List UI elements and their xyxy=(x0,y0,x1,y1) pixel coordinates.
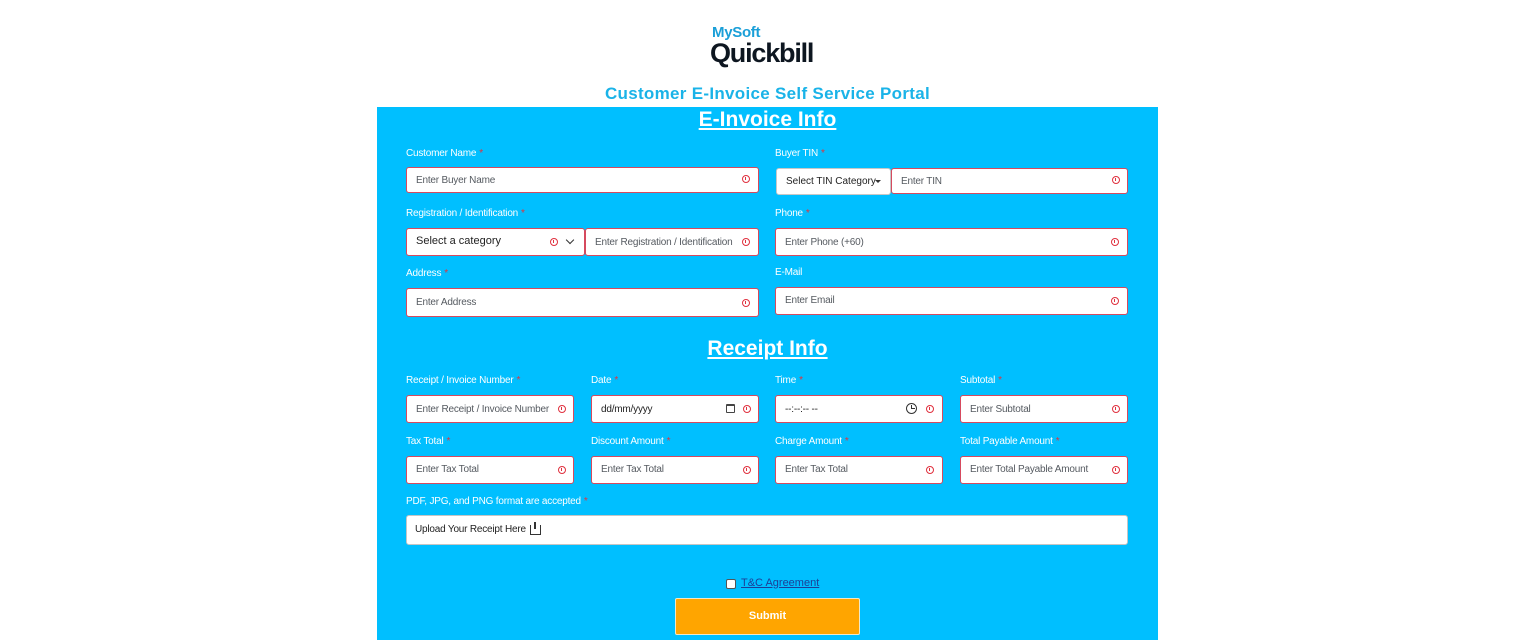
registration-category-select[interactable]: Select a category xyxy=(406,228,585,256)
error-icon xyxy=(1112,176,1120,184)
charge-amount-label: Charge Amount * xyxy=(775,436,849,447)
error-icon xyxy=(558,466,566,474)
header: MySoft Quickbill Customer E-Invoice Self… xyxy=(377,0,1158,107)
registration-input[interactable]: Enter Registration / Identification xyxy=(585,228,759,256)
total-payable-label: Total Payable Amount * xyxy=(960,436,1060,447)
address-input[interactable]: Enter Address xyxy=(406,288,759,317)
charge-amount-placeholder: Enter Tax Total xyxy=(785,464,848,475)
discount-amount-label: Discount Amount * xyxy=(591,436,671,447)
discount-amount-placeholder: Enter Tax Total xyxy=(601,464,664,475)
phone-input[interactable]: Enter Phone (+60) xyxy=(775,228,1128,256)
registration-category-value: Select a category xyxy=(416,235,501,247)
invoice-number-input[interactable]: Enter Receipt / Invoice Number xyxy=(406,395,574,423)
time-input[interactable]: --:--:-- -- xyxy=(775,395,943,423)
tin-category-value: Select TIN Category xyxy=(786,176,876,187)
date-placeholder: dd/mm/yyyy xyxy=(601,404,653,415)
logo-quickbill-text: Quickbill xyxy=(710,38,814,68)
error-icon xyxy=(926,466,934,474)
customer-name-input[interactable]: Enter Buyer Name xyxy=(406,167,759,193)
error-icon xyxy=(743,466,751,474)
invoice-number-label: Receipt / Invoice Number * xyxy=(406,375,521,386)
error-icon xyxy=(743,405,751,413)
invoice-number-placeholder: Enter Receipt / Invoice Number xyxy=(416,404,549,415)
upload-receipt-text: Upload Your Receipt Here xyxy=(415,524,526,535)
time-placeholder: --:--:-- -- xyxy=(785,404,818,415)
time-label: Time * xyxy=(775,375,803,386)
calendar-icon[interactable] xyxy=(726,404,735,413)
tin-category-select[interactable]: Select TIN Category xyxy=(776,168,891,195)
discount-amount-input[interactable]: Enter Tax Total xyxy=(591,456,759,484)
error-icon xyxy=(742,299,750,307)
portal-page: MySoft Quickbill Customer E-Invoice Self… xyxy=(377,0,1158,640)
date-label: Date * xyxy=(591,375,619,386)
error-icon xyxy=(1112,466,1120,474)
email-label: E-Mail xyxy=(775,267,803,278)
error-icon xyxy=(1112,405,1120,413)
address-placeholder: Enter Address xyxy=(416,297,477,308)
tc-agreement-checkbox[interactable] xyxy=(726,579,736,589)
customer-name-label: Customer Name * xyxy=(406,148,483,159)
clock-icon[interactable] xyxy=(906,403,917,414)
tc-agreement-link[interactable]: T&C Agreement xyxy=(741,577,819,589)
subtotal-label: Subtotal * xyxy=(960,375,1002,386)
error-icon xyxy=(1111,238,1119,246)
receipt-section-title: Receipt Info xyxy=(707,337,828,360)
tin-placeholder: Enter TIN xyxy=(901,176,942,187)
error-icon xyxy=(742,238,750,246)
error-icon xyxy=(742,175,750,183)
upload-icon xyxy=(530,522,541,535)
date-input[interactable]: dd/mm/yyyy xyxy=(591,395,759,423)
phone-label: Phone * xyxy=(775,208,810,219)
subtotal-placeholder: Enter Subtotal xyxy=(970,404,1031,415)
buyer-tin-label: Buyer TIN * xyxy=(775,148,825,159)
total-payable-input[interactable]: Enter Total Payable Amount xyxy=(960,456,1128,484)
error-icon xyxy=(550,238,558,246)
email-placeholder: Enter Email xyxy=(785,295,835,306)
registration-placeholder: Enter Registration / Identification xyxy=(595,237,733,248)
tax-total-label: Tax Total * xyxy=(406,436,451,447)
registration-label: Registration / Identification * xyxy=(406,208,525,219)
email-input[interactable]: Enter Email xyxy=(775,287,1128,315)
address-label: Address * xyxy=(406,268,448,279)
portal-title: Customer E-Invoice Self Service Portal xyxy=(604,84,931,103)
customer-name-placeholder: Enter Buyer Name xyxy=(416,175,496,186)
total-payable-placeholder: Enter Total Payable Amount xyxy=(970,464,1089,475)
phone-placeholder: Enter Phone (+60) xyxy=(785,237,864,248)
tax-total-input[interactable]: Enter Tax Total xyxy=(406,456,574,484)
error-icon xyxy=(926,405,934,413)
upload-receipt-button[interactable]: Upload Your Receipt Here xyxy=(406,515,1128,545)
error-icon xyxy=(1111,297,1119,305)
submit-button[interactable]: Submit xyxy=(675,598,860,635)
tin-input[interactable]: Enter TIN xyxy=(891,168,1128,194)
error-icon xyxy=(558,405,566,413)
chevron-down-icon xyxy=(565,235,575,245)
upload-label: PDF, JPG, and PNG format are accepted * xyxy=(406,496,588,507)
einvoice-section-title: E-Invoice Info xyxy=(698,108,837,131)
subtotal-input[interactable]: Enter Subtotal xyxy=(960,395,1128,423)
tax-total-placeholder: Enter Tax Total xyxy=(416,464,479,475)
charge-amount-input[interactable]: Enter Tax Total xyxy=(775,456,943,484)
caret-down-icon xyxy=(875,180,881,183)
